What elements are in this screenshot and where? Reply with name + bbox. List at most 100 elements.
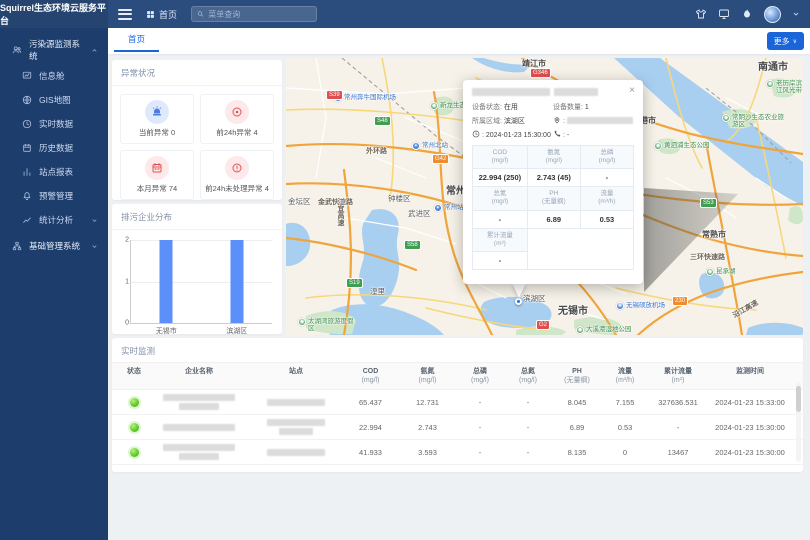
abnormal-card[interactable]: 前24h异常 4 <box>200 94 274 144</box>
table-row[interactable]: 65.43712.731--8.0457.155327636.5312024-0… <box>112 390 803 415</box>
poi-label: 黄泗浦生态公园 <box>664 142 710 149</box>
abnormal-status-panel: 异常状况 当前异常 0前24h异常 4本月异常 74前24h未处理异常 4 <box>112 60 282 200</box>
map-label-靖江市: 靖江市 <box>522 59 546 68</box>
sidebar-item-GIS地图[interactable]: GIS地图 <box>0 88 108 112</box>
chevron-down-icon[interactable] <box>792 10 800 18</box>
sidebar-item-信息舱[interactable]: 信息舱 <box>0 64 108 88</box>
abnormal-card-label: 本月异常 74 <box>137 183 177 194</box>
alarm-icon <box>22 191 32 201</box>
map-marker-pin[interactable] <box>515 298 522 305</box>
poi-label: 太湖湾旅游度假区 <box>308 318 354 333</box>
sidebar-item-label: 历史数据 <box>39 142 73 154</box>
airport-icon: ✈ <box>616 302 624 310</box>
poi-label: 常州奔牛国际机场 <box>344 94 396 101</box>
metric-value: 6.89 <box>527 210 580 228</box>
more-button[interactable]: 更多 ∨ <box>767 32 804 50</box>
table-cell: 327636.531 <box>648 398 708 407</box>
abnormal-cards: 当前异常 0前24h异常 4 本月异常 74 前24h未处理异常 4 <box>112 86 282 208</box>
abnormal-card[interactable]: 本月异常 74 <box>120 150 194 200</box>
column-header-监测时间: 监测时间 <box>708 367 792 385</box>
search-input[interactable] <box>208 10 311 19</box>
tab-home[interactable]: 首页 <box>114 28 159 52</box>
sidebar-item-历史数据[interactable]: 历史数据 <box>0 136 108 160</box>
enterprise-distribution-panel: 排污企业分布 2 1 0 无锡市滨湖区 <box>112 204 282 334</box>
table-cell: - <box>648 423 708 432</box>
company-name-redacted <box>163 424 235 431</box>
table-cell: - <box>504 423 552 432</box>
column-header-站点: 站点 <box>250 367 342 385</box>
popup-title-redacted <box>472 88 634 96</box>
sidebar-item-站点报表[interactable]: 站点报表 <box>0 160 108 184</box>
park-icon: ♣ <box>766 80 774 88</box>
abnormal-card-label: 前24h未处理异常 4 <box>205 183 269 194</box>
search-box[interactable] <box>191 6 317 22</box>
abnormal-card[interactable]: 当前异常 0 <box>120 94 194 144</box>
abnormal-card[interactable]: 前24h未处理异常 4 <box>200 150 274 200</box>
status-indicator-normal <box>130 448 139 457</box>
screen-layout-icon[interactable] <box>718 8 730 20</box>
avatar[interactable] <box>764 6 781 23</box>
sidebar-item-实时数据[interactable]: 实时数据 <box>0 112 108 136</box>
table-cell <box>120 423 148 432</box>
road-badge-230: 230 <box>672 296 688 306</box>
panel-title: 排污企业分布 <box>112 204 282 230</box>
table-cell <box>250 449 342 456</box>
map-label-湟里: 湟里 <box>370 288 385 297</box>
close-icon[interactable]: × <box>629 85 635 96</box>
table-cell <box>250 419 342 435</box>
table-cell: 8.135 <box>552 448 602 457</box>
report-icon <box>22 167 32 177</box>
alert-icon <box>225 156 249 180</box>
map-canvas[interactable]: 靖江市南通市常州市无锡市常熟市张家港市钟楼区武进区金坛区湟里滨湖区金武快速路三环… <box>286 58 803 335</box>
popup-phone-value: - <box>567 132 569 139</box>
flame-icon[interactable] <box>741 8 753 20</box>
scrollbar-thumb[interactable] <box>796 386 801 412</box>
table-cell: 6.89 <box>552 423 602 432</box>
sidebar-item-污染源监测系统[interactable]: 污染源监测系统 <box>0 36 108 64</box>
breadcrumb[interactable]: 首页 <box>146 8 177 21</box>
table-cell <box>250 399 342 406</box>
road-badge-S53: S53 <box>700 198 717 208</box>
road-badge-G346: G346 <box>530 68 551 78</box>
hamburger-menu-icon[interactable] <box>118 9 132 20</box>
map-label-金坛区: 金坛区 <box>288 198 311 207</box>
metric-value: - <box>580 169 633 187</box>
sidebar-item-基础管理系统[interactable]: 基础管理系统 <box>0 232 108 260</box>
sidebar-item-label: 信息舱 <box>39 70 65 82</box>
location-pin-icon <box>553 116 561 124</box>
company-name-redacted <box>179 403 219 410</box>
target-icon <box>225 100 249 124</box>
device-count-label: 设备数量: <box>553 104 583 111</box>
chart-bar <box>230 240 243 323</box>
station-icon: ▪ <box>412 142 420 150</box>
column-header-PH: PH(无量纲) <box>552 367 602 385</box>
map-label-沿江高速: 沿江高速 <box>732 300 760 321</box>
theme-skin-icon[interactable] <box>695 8 707 20</box>
column-header-总氮: 总氮(mg/l) <box>504 367 552 385</box>
company-name-redacted <box>163 444 235 451</box>
table-cell: 7.155 <box>602 398 648 407</box>
region-label: 所属区域: <box>472 118 502 125</box>
table-cell: 2.743 <box>399 423 456 432</box>
app-logo: Squirrel生态环境云服务平台 <box>0 0 108 28</box>
table-cell: 2024-01-23 15:30:00 <box>708 448 792 457</box>
table-cell <box>148 444 250 460</box>
clock-icon <box>22 119 32 129</box>
table-row[interactable]: 41.9333.593--8.1350134672024-01-23 15:30… <box>112 440 803 465</box>
chevron-down-icon <box>91 243 98 250</box>
road-badge-S39: S39 <box>326 90 343 100</box>
company-name-redacted <box>179 453 219 460</box>
map-label-常熟市: 常熟市 <box>702 230 726 239</box>
table-row[interactable]: 22.9942.743--6.890.53-2024-01-23 15:30:0… <box>112 415 803 440</box>
device-status-label: 设备状态: <box>472 104 502 111</box>
table-cell <box>148 424 250 431</box>
road-badge-S58: S58 <box>404 240 421 250</box>
map-label-滨湖区: 滨湖区 <box>523 295 546 304</box>
map-label-三环快速路: 三环快速路 <box>690 254 725 262</box>
station-name-redacted <box>267 449 325 456</box>
sidebar-item-统计分析[interactable]: 统计分析 <box>0 208 108 232</box>
calendar-icon <box>145 156 169 180</box>
scrollbar[interactable] <box>796 382 801 462</box>
column-header-总磷: 总磷(mg/l) <box>456 367 504 385</box>
sidebar-item-预警管理[interactable]: 预警管理 <box>0 184 108 208</box>
